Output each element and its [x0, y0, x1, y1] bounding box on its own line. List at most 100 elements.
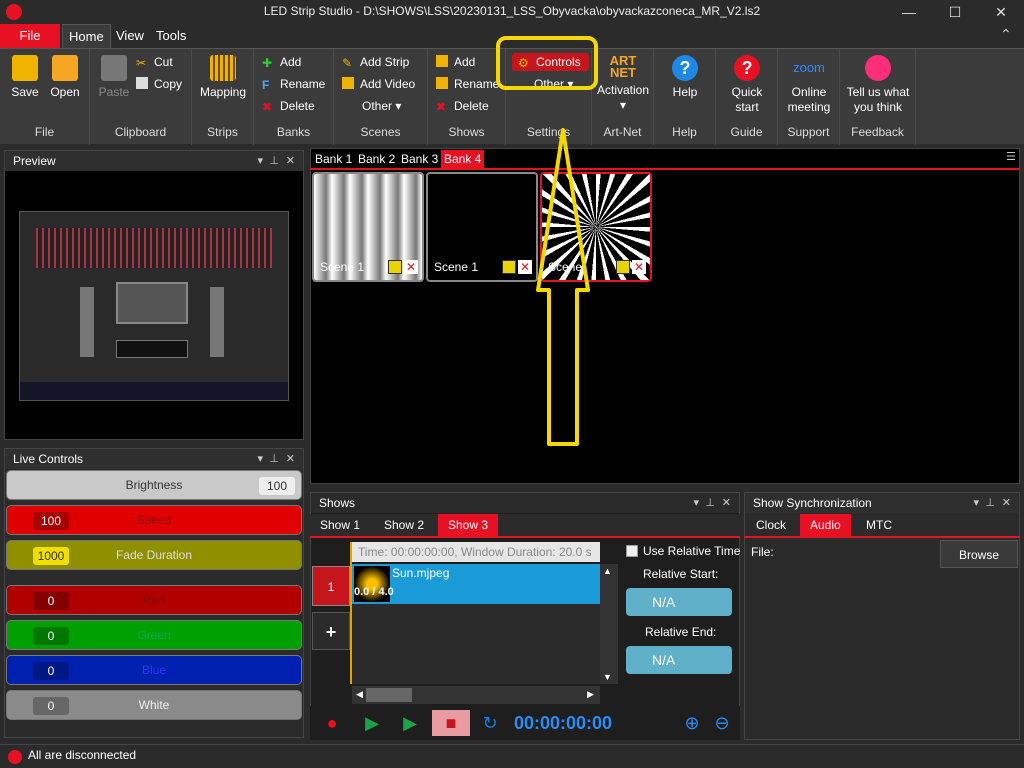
tab-show-1[interactable]: Show 1	[310, 514, 370, 536]
tab-bank-4[interactable]: Bank 4	[441, 150, 485, 168]
record-icon[interactable]: ●	[318, 710, 346, 736]
file-menu-tab[interactable]: File	[0, 24, 60, 48]
tab-show-3[interactable]: Show 3	[438, 514, 499, 536]
tab-clock[interactable]: Clock	[746, 514, 796, 536]
feedback-button[interactable]: Tell us what you think	[844, 55, 912, 115]
vertical-scrollbar[interactable]: ▲ ▼	[600, 564, 618, 684]
timeline-clip[interactable]: Sun.mjpeg 0.0 / 4.0	[352, 564, 600, 604]
open-button[interactable]: Open	[46, 55, 84, 100]
close-panel-icon[interactable]: ✕	[286, 151, 295, 171]
tab-tools[interactable]: Tools	[150, 24, 192, 48]
tab-view[interactable]: View	[110, 24, 150, 48]
controls-button[interactable]: ⚙ Controls	[512, 53, 589, 71]
tab-audio[interactable]: Audio	[800, 514, 851, 536]
help-button[interactable]: ? Help	[662, 55, 708, 100]
minimize-button[interactable]: —	[886, 0, 932, 24]
edit-pencil-icon[interactable]	[502, 260, 516, 274]
paste-button[interactable]: Paste	[96, 55, 132, 100]
delete-bank-button[interactable]: ✖ Delete	[262, 99, 315, 114]
bank-menu-icon[interactable]: ☰	[1006, 150, 1016, 163]
scene-tile[interactable]: Scene 1 ✕	[426, 172, 538, 282]
scroll-down-icon[interactable]: ▼	[603, 672, 612, 682]
rename-show-button[interactable]: Rename	[436, 77, 499, 91]
slider-fade-duration[interactable]: Fade Duration 1000	[6, 540, 302, 570]
edit-pencil-icon[interactable]	[388, 260, 402, 274]
play-icon[interactable]: ▶	[358, 710, 386, 736]
delete-x-icon[interactable]: ✕	[518, 260, 532, 274]
slider-value[interactable]: 0	[33, 592, 69, 610]
tab-bank-1[interactable]: Bank 1	[312, 150, 355, 168]
close-button[interactable]: ✕	[978, 0, 1024, 24]
tab-mtc[interactable]: MTC	[856, 514, 902, 536]
add-track-button[interactable]: +	[312, 612, 350, 650]
scroll-left-icon[interactable]: ◀	[356, 689, 363, 700]
relative-start-input[interactable]: N/A	[626, 588, 732, 616]
slider-value[interactable]: 0	[33, 662, 69, 680]
slider-value[interactable]: 0	[33, 627, 69, 645]
delete-x-icon[interactable]: ✕	[404, 260, 418, 274]
playhead[interactable]	[350, 542, 352, 684]
tab-bank-2[interactable]: Bank 2	[355, 150, 398, 168]
relative-end-input[interactable]: N/A	[626, 646, 732, 674]
slider-white[interactable]: White 0	[6, 690, 302, 720]
slider-green[interactable]: Green 0	[6, 620, 302, 650]
tab-home[interactable]: Home	[62, 24, 111, 48]
rename-bank-button[interactable]: F Rename	[262, 77, 325, 92]
cut-button[interactable]: ✂ Cut	[136, 55, 173, 70]
stop-icon[interactable]: ■	[432, 710, 470, 736]
close-panel-icon[interactable]: ✕	[286, 449, 295, 469]
add-bank-button[interactable]: ✚ Add	[262, 55, 301, 70]
online-meeting-button[interactable]: zoom Online meeting	[780, 55, 838, 115]
slider-speed[interactable]: Speed 100	[6, 505, 302, 535]
slider-brightness[interactable]: Brightness 100	[6, 470, 302, 500]
activation-button[interactable]: ART NET Activation ▾	[594, 54, 652, 113]
slider-red[interactable]: Red 0	[6, 585, 302, 615]
zoom-out-icon[interactable]: ⊖	[708, 710, 736, 736]
tab-bank-3[interactable]: Bank 3	[398, 150, 441, 168]
add-show-button[interactable]: Add	[436, 55, 475, 69]
browse-button[interactable]: Browse	[940, 540, 1018, 568]
play-from-start-icon[interactable]: ▶	[396, 710, 424, 736]
zoom-in-icon[interactable]: ⊕	[678, 710, 706, 736]
edit-pencil-icon[interactable]	[616, 260, 630, 274]
slider-value[interactable]: 1000	[33, 547, 69, 565]
save-button[interactable]: Save	[6, 55, 44, 100]
use-relative-time-checkbox[interactable]	[626, 545, 638, 557]
track-number[interactable]: 1	[312, 566, 350, 606]
tab-show-2[interactable]: Show 2	[374, 514, 434, 536]
pin-icon[interactable]: ⊥	[705, 493, 715, 513]
slider-value[interactable]: 100	[259, 477, 295, 495]
pin-icon[interactable]: ⊥	[985, 493, 995, 513]
copy-button[interactable]: Copy	[136, 77, 182, 91]
slider-blue[interactable]: Blue 0	[6, 655, 302, 685]
loop-icon[interactable]: ↻	[476, 710, 504, 736]
horizontal-scrollbar[interactable]: ◀ ▶	[352, 686, 600, 704]
pin-icon[interactable]: ⊥	[269, 151, 279, 171]
pin-icon[interactable]: ⊥	[269, 449, 279, 469]
delete-x-icon[interactable]: ✕	[632, 260, 646, 274]
close-panel-icon[interactable]: ✕	[722, 493, 731, 513]
collapse-ribbon-icon[interactable]: ⌃	[1000, 26, 1012, 43]
scroll-right-icon[interactable]: ▶	[587, 689, 594, 700]
dropdown-icon[interactable]: ▾	[257, 449, 263, 469]
maximize-button[interactable]: ☐	[932, 0, 978, 24]
slider-value[interactable]: 100	[33, 512, 69, 530]
slider-value[interactable]: 0	[33, 697, 69, 715]
scene-tile[interactable]: Scene 1 ✕	[312, 172, 424, 282]
add-strip-button[interactable]: ✎ Add Strip	[342, 55, 409, 70]
group-settings: ⚙ Controls Other ▾ Settings	[506, 49, 592, 145]
add-video-button[interactable]: Add Video	[342, 77, 415, 91]
scroll-up-icon[interactable]: ▲	[603, 566, 612, 576]
close-panel-icon[interactable]: ✕	[1002, 493, 1011, 513]
scroll-thumb[interactable]	[366, 688, 412, 702]
dropdown-icon[interactable]: ▾	[973, 493, 979, 513]
settings-other-dropdown[interactable]: Other ▾	[534, 77, 573, 91]
dropdown-icon[interactable]: ▾	[693, 493, 699, 513]
scenes-other-dropdown[interactable]: Other ▾	[362, 99, 401, 113]
dropdown-icon[interactable]: ▾	[257, 151, 263, 171]
mapping-button[interactable]: Mapping	[198, 55, 248, 100]
delete-show-button[interactable]: ✖ Delete	[436, 99, 489, 114]
timeline-area[interactable]	[352, 604, 600, 684]
scene-tile-selected[interactable]: Scene ✕	[540, 172, 652, 282]
quick-start-button[interactable]: ? Quick start	[722, 55, 772, 115]
